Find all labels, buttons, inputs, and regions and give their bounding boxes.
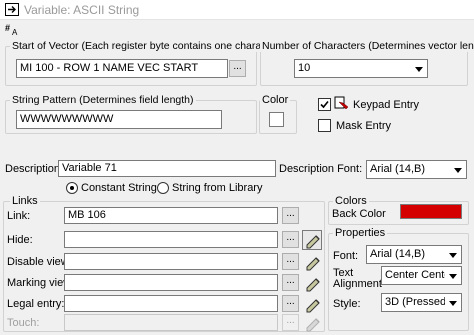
style-value: 3D (Pressed) xyxy=(385,296,450,308)
pencil-icon[interactable] xyxy=(302,230,322,250)
links-row-input[interactable] xyxy=(64,231,278,248)
keypad-entry-label: Keypad Entry xyxy=(353,99,420,111)
pencil-icon[interactable] xyxy=(302,252,322,272)
links-row-browse-button: ... xyxy=(282,314,299,331)
color-swatch[interactable] xyxy=(269,112,284,127)
constant-string-radio[interactable] xyxy=(66,182,78,194)
links-row-browse-button[interactable]: ... xyxy=(282,274,299,291)
mask-entry-checkbox[interactable] xyxy=(318,119,331,132)
text-alignment-select[interactable]: Center Center xyxy=(381,266,462,285)
pattern-group-title: String Pattern (Determines field length) xyxy=(10,94,196,106)
description-input[interactable]: Variable 71 xyxy=(58,160,276,177)
chevron-down-icon[interactable] xyxy=(411,61,426,76)
links-row-input[interactable]: MB 106 xyxy=(64,207,278,224)
text-alignment-label-2: Alignment xyxy=(333,278,382,290)
svg-text:#: # xyxy=(5,23,10,33)
description-font-label: Description Font: xyxy=(279,163,363,175)
vector-input[interactable]: MI 100 - ROW 1 NAME VEC START xyxy=(16,59,228,78)
links-row-input[interactable] xyxy=(64,295,278,312)
num-chars-group-title: Number of Characters (Determines vector … xyxy=(260,40,474,52)
library-string-label: String from Library xyxy=(172,182,263,194)
window-title: Variable: ASCII String xyxy=(24,3,140,17)
links-row-label: Touch: xyxy=(7,317,40,329)
links-row-browse-button[interactable]: ... xyxy=(282,253,299,270)
back-color-swatch[interactable] xyxy=(400,204,462,219)
color-group-title: Color xyxy=(260,94,291,106)
description-font-select[interactable]: Arial (14,B) xyxy=(366,160,467,179)
mask-entry-label: Mask Entry xyxy=(336,120,392,132)
check-icon xyxy=(320,100,329,109)
vector-browse-button[interactable]: ... xyxy=(229,60,246,77)
chevron-down-icon[interactable] xyxy=(445,268,460,283)
constant-string-label: Constant String xyxy=(81,182,157,194)
links-row-input xyxy=(64,314,278,331)
chevron-down-icon[interactable] xyxy=(450,162,465,177)
description-label: Description: xyxy=(5,163,64,175)
style-label: Style: xyxy=(333,298,361,310)
text-alignment-value: Center Center xyxy=(385,269,455,281)
properties-font-label: Font: xyxy=(333,250,359,262)
style-select[interactable]: 3D (Pressed) xyxy=(381,293,462,312)
num-chars-value: 10 xyxy=(298,62,311,74)
svg-text:A: A xyxy=(12,28,18,36)
pencil-icon[interactable] xyxy=(302,294,322,314)
chevron-down-icon[interactable] xyxy=(445,247,460,262)
back-color-label: Back Color xyxy=(332,208,386,220)
links-row-browse-button[interactable]: ... xyxy=(282,207,299,224)
font-icon[interactable]: # A xyxy=(5,22,21,36)
pencil-icon xyxy=(302,313,322,333)
properties-group-title: Properties xyxy=(333,227,388,239)
properties-font-value: Arial (14,B) xyxy=(370,248,426,260)
links-group-title: Links xyxy=(10,195,40,207)
num-chars-select[interactable]: 10 xyxy=(294,59,428,78)
pattern-input[interactable]: WWWWWWWWW xyxy=(16,110,222,129)
description-font-value: Arial (14,B) xyxy=(370,163,426,175)
links-row-label: Disable view: xyxy=(7,256,72,268)
pencil-icon[interactable] xyxy=(302,273,322,293)
library-string-radio[interactable] xyxy=(157,182,169,194)
links-row-input[interactable] xyxy=(64,274,278,291)
links-row-browse-button[interactable]: ... xyxy=(282,295,299,312)
variable-icon xyxy=(5,3,19,16)
links-row-browse-button[interactable]: ... xyxy=(282,231,299,248)
links-row-label: Legal entry: xyxy=(7,298,65,310)
keypad-entry-checkbox[interactable] xyxy=(318,98,331,111)
colors-group-title: Colors xyxy=(333,195,369,207)
chevron-down-icon[interactable] xyxy=(445,295,460,310)
links-row-input[interactable] xyxy=(64,253,278,270)
links-row-label: Link: xyxy=(7,210,31,222)
properties-font-select[interactable]: Arial (14,B) xyxy=(366,245,462,264)
links-row-label: Hide: xyxy=(7,234,33,246)
keypad-icon xyxy=(334,96,349,110)
vector-group-title: Start of Vector (Each register byte cont… xyxy=(10,40,285,52)
